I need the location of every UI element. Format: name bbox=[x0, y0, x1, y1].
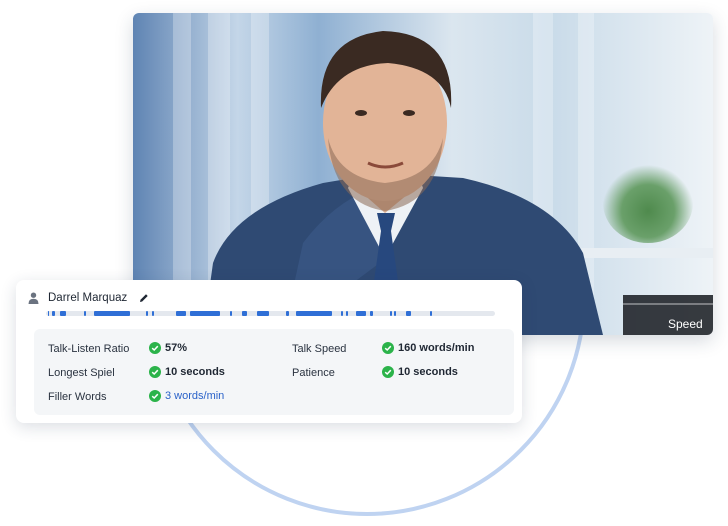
talk-segment bbox=[146, 311, 148, 316]
check-circle-icon bbox=[149, 366, 161, 378]
player-controls: Speed CC bbox=[623, 295, 713, 335]
check-circle-icon bbox=[382, 342, 394, 354]
check-circle-icon bbox=[149, 342, 161, 354]
talk-segment bbox=[296, 311, 332, 316]
stat-value-filler-words[interactable]: 3 words/min bbox=[149, 390, 224, 402]
stat-value-longest-spiel: 10 seconds bbox=[149, 366, 225, 378]
talk-segment bbox=[48, 311, 49, 316]
check-circle-icon bbox=[149, 390, 161, 402]
talk-segment bbox=[390, 311, 392, 316]
talk-segment bbox=[242, 311, 247, 316]
user-icon bbox=[28, 292, 39, 304]
stat-value-talk-speed: 160 words/min bbox=[382, 342, 474, 354]
talk-segment bbox=[152, 311, 154, 316]
stat-value-text: 10 seconds bbox=[165, 366, 225, 378]
stat-label-longest-spiel: Longest Spiel bbox=[48, 367, 115, 379]
stat-label-patience: Patience bbox=[292, 367, 335, 379]
talk-segment bbox=[406, 311, 411, 316]
talk-segment bbox=[257, 311, 269, 316]
stat-value-text[interactable]: 3 words/min bbox=[165, 390, 224, 402]
stat-value-text: 10 seconds bbox=[398, 366, 458, 378]
talk-segment bbox=[430, 311, 432, 316]
stat-value-text: 57% bbox=[165, 342, 188, 354]
talk-segment bbox=[52, 311, 55, 316]
talk-segment bbox=[286, 311, 289, 316]
playback-progress[interactable] bbox=[623, 303, 713, 305]
stat-label-talk-listen-ratio: Talk-Listen Ratio bbox=[48, 343, 130, 355]
talk-segment bbox=[84, 311, 86, 316]
talk-segment bbox=[394, 311, 396, 316]
speaker-header: Darrel Marquaz bbox=[28, 288, 149, 308]
talk-segment bbox=[94, 311, 130, 316]
talk-timeline[interactable] bbox=[46, 311, 495, 316]
talk-segment bbox=[356, 311, 366, 316]
stat-label-talk-speed: Talk Speed bbox=[292, 343, 347, 355]
stat-value-patience: 10 seconds bbox=[382, 366, 458, 378]
talk-segment bbox=[176, 311, 186, 316]
talk-segment bbox=[346, 311, 348, 316]
talk-segment bbox=[341, 311, 343, 316]
stat-label-filler-words: Filler Words bbox=[48, 391, 107, 403]
speaker-name: Darrel Marquaz bbox=[48, 292, 128, 304]
talk-segment bbox=[370, 311, 373, 316]
talk-segment bbox=[60, 311, 66, 316]
check-circle-icon bbox=[382, 366, 394, 378]
talk-segment bbox=[190, 311, 220, 316]
edit-pencil-icon[interactable] bbox=[139, 293, 149, 303]
stat-value-text: 160 words/min bbox=[398, 342, 475, 354]
talk-segment bbox=[230, 311, 232, 316]
speed-button[interactable]: Speed bbox=[668, 317, 703, 331]
stats-panel: Talk-Listen Ratio 57% Talk Speed 160 wor… bbox=[34, 329, 514, 415]
call-analytics-card: Darrel Marquaz Talk-Listen Ratio 57% Tal… bbox=[16, 280, 522, 423]
stat-value-talk-listen-ratio: 57% bbox=[149, 342, 187, 354]
